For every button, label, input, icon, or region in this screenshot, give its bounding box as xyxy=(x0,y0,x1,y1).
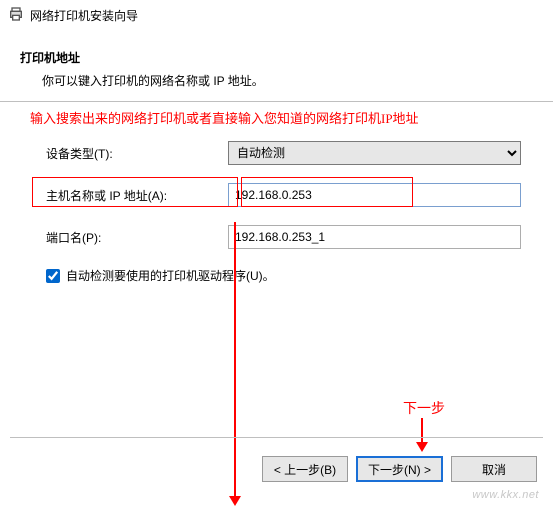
form-area: 设备类型(T): 自动检测 主机名称或 IP 地址(A): 端口名(P): 自动… xyxy=(0,131,553,286)
cancel-button[interactable]: 取消 xyxy=(451,456,537,482)
next-button[interactable]: 下一步(N) > xyxy=(356,456,443,482)
port-row: 端口名(P): xyxy=(46,225,521,249)
next-hint-label: 下一步 xyxy=(403,398,445,418)
autodetect-checkbox[interactable] xyxy=(46,269,60,283)
titlebar: 网络打印机安装向导 xyxy=(0,0,553,31)
watermark: www.kkx.net xyxy=(472,489,539,501)
back-button[interactable]: < 上一步(B) xyxy=(262,456,348,482)
port-label: 端口名(P): xyxy=(46,229,228,246)
autodetect-row: 自动检测要使用的打印机驱动程序(U)。 xyxy=(46,267,521,284)
button-separator xyxy=(10,437,543,438)
page-title: 打印机地址 xyxy=(20,49,533,66)
device-type-label: 设备类型(T): xyxy=(46,145,228,162)
port-input[interactable] xyxy=(228,225,521,249)
annotation-arrow-down xyxy=(234,222,236,504)
window-title: 网络打印机安装向导 xyxy=(30,7,138,24)
page-subtitle: 你可以键入打印机的网络名称或 IP 地址。 xyxy=(42,72,533,89)
host-label: 主机名称或 IP 地址(A): xyxy=(46,187,228,204)
annotation-arrow-next xyxy=(421,418,423,450)
printer-icon xyxy=(8,6,24,25)
button-bar: < 上一步(B) 下一步(N) > 取消 xyxy=(262,456,537,482)
wizard-header: 打印机地址 你可以键入打印机的网络名称或 IP 地址。 xyxy=(0,31,553,102)
device-type-row: 设备类型(T): 自动检测 xyxy=(46,141,521,165)
host-input[interactable] xyxy=(228,183,521,207)
autodetect-label: 自动检测要使用的打印机驱动程序(U)。 xyxy=(66,267,275,284)
host-row: 主机名称或 IP 地址(A): xyxy=(46,183,521,207)
instruction-annotation: 输入搜索出来的网络打印机或者直接输入您知道的网络打印机IP地址 xyxy=(0,102,553,131)
device-type-select[interactable]: 自动检测 xyxy=(228,141,521,165)
